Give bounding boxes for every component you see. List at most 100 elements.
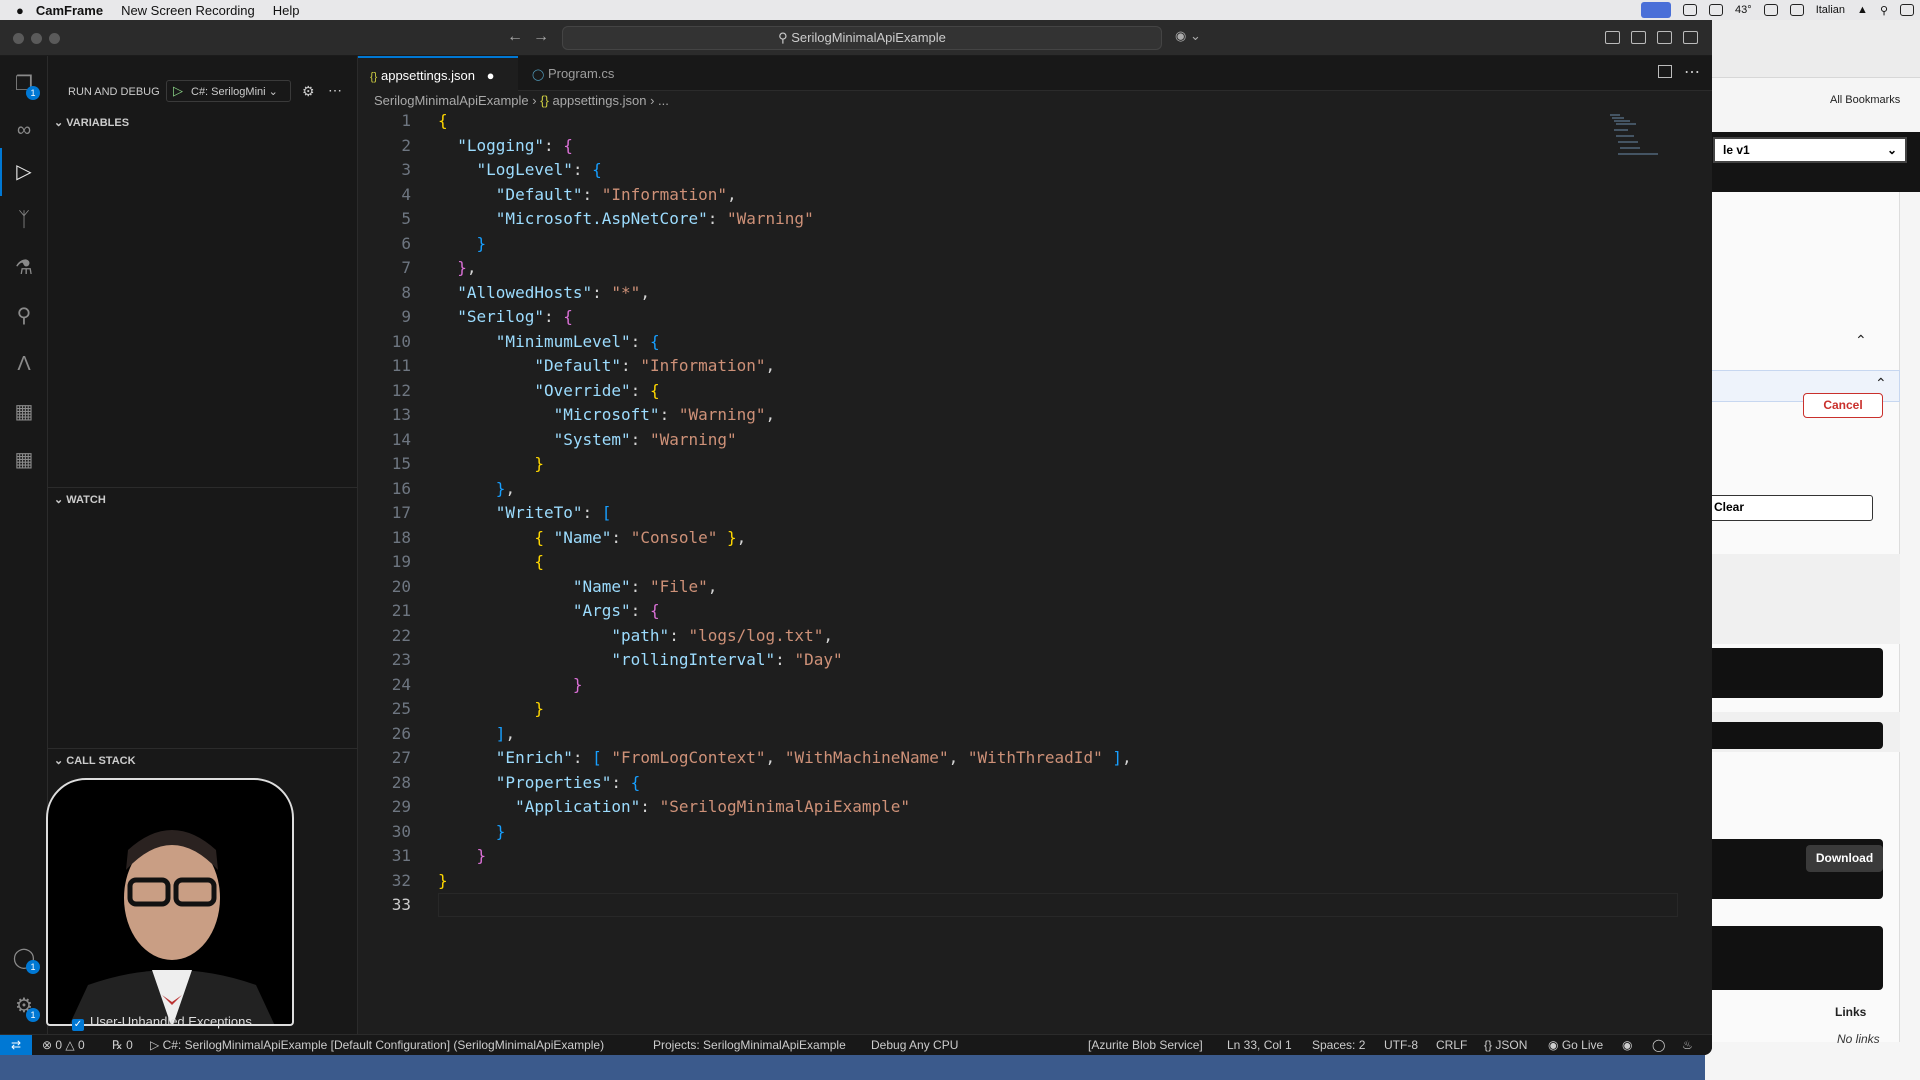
projects-status[interactable]: Projects: SerilogMinimalApiExample <box>653 1038 846 1052</box>
code-line[interactable]: "Default": "Information", <box>438 356 775 375</box>
version-select[interactable]: le v1 ⌄ <box>1713 137 1907 163</box>
code-line[interactable]: }, <box>438 479 515 498</box>
split-editor-icon[interactable] <box>1658 65 1672 78</box>
code-line[interactable]: { <box>438 552 544 571</box>
user-unhandled-exceptions-checkbox[interactable]: ✓ User-Unhandled Exceptions <box>72 1014 252 1031</box>
clear-button[interactable]: Clear <box>1705 495 1873 521</box>
gear-icon[interactable]: ⚙ <box>302 83 315 100</box>
tab-program-cs[interactable]: ◯ Program.cs <box>520 56 630 91</box>
code-line[interactable]: "Args": { <box>438 601 660 620</box>
docker-icon[interactable]: ▦ <box>12 400 36 424</box>
run-debug-icon[interactable]: ▷ <box>12 160 36 184</box>
minimap[interactable] <box>1608 111 1668 171</box>
code-line[interactable]: "LogLevel": { <box>438 160 602 179</box>
code-line[interactable]: } <box>438 822 506 841</box>
code-line[interactable]: "Microsoft.AspNetCore": "Warning" <box>438 209 814 228</box>
close-window-button[interactable] <box>13 33 24 44</box>
toggle-sidebar-icon[interactable] <box>1605 31 1620 44</box>
search-icon[interactable]: ⚲ <box>12 304 36 328</box>
zoom-window-button[interactable] <box>49 33 60 44</box>
code-line[interactable]: "Microsoft": "Warning", <box>438 405 776 424</box>
debug-config-status[interactable]: ▷ C#: SerilogMinimalApiExample [Default … <box>150 1038 604 1052</box>
visual-studio-icon[interactable]: ∞ <box>12 118 36 142</box>
language-status[interactable]: {} JSON <box>1484 1038 1527 1052</box>
code-line[interactable]: } <box>438 846 487 865</box>
code-line[interactable]: "Override": { <box>438 381 659 400</box>
azure-icon[interactable]: Λ <box>12 352 36 376</box>
wifi-icon[interactable]: ▲ <box>1857 4 1868 16</box>
watch-section[interactable]: ⌄ WATCH <box>54 493 106 506</box>
search-icon[interactable]: ⚲ <box>1880 4 1888 17</box>
cursor-position[interactable]: Ln 33, Col 1 <box>1227 1038 1292 1052</box>
code-line[interactable]: }, <box>438 258 476 277</box>
all-bookmarks[interactable]: All Bookmarks <box>1830 94 1900 106</box>
chevron-up-icon[interactable]: ⌃ <box>1875 375 1887 392</box>
code-line[interactable]: { "Name": "Console" }, <box>438 528 746 547</box>
more-actions-icon[interactable]: ⋯ <box>328 82 342 99</box>
toggle-secondary-sidebar-icon[interactable] <box>1657 31 1672 44</box>
code-line[interactable]: "WriteTo": [ <box>438 503 612 522</box>
download-button[interactable]: Download <box>1806 845 1883 872</box>
code-line[interactable]: "Enrich": [ "FromLogContext", "WithMachi… <box>438 748 1132 767</box>
code-line[interactable]: "Name": "File", <box>438 577 718 596</box>
variables-section[interactable]: ⌄ VARIABLES <box>54 116 129 129</box>
more-actions-icon[interactable]: ⋯ <box>1684 62 1700 82</box>
extensions-icon[interactable]: ▦ <box>12 448 36 472</box>
code-line[interactable]: } <box>438 234 487 253</box>
screen-icon[interactable] <box>1641 2 1672 18</box>
breadcrumb-file[interactable]: appsettings.json <box>553 93 647 108</box>
breadcrumb-more[interactable]: ... <box>658 93 669 108</box>
go-live-status[interactable]: ◉ Go Live <box>1548 1038 1603 1052</box>
minimize-window-button[interactable] <box>31 33 42 44</box>
tab-appsettings[interactable]: {} appsettings.json ● <box>358 56 518 91</box>
tray-icon[interactable] <box>1709 4 1724 16</box>
code-line[interactable]: "Logging": { <box>438 136 573 155</box>
code-line[interactable]: "AllowedHosts": "*", <box>438 283 650 302</box>
play-icon[interactable]: ▷ <box>173 83 183 99</box>
temperature[interactable]: 43° <box>1735 4 1752 16</box>
code-line[interactable]: "System": "Warning" <box>438 430 737 449</box>
testing-icon[interactable]: ⚗ <box>12 256 36 280</box>
code-editor[interactable]: 1 2 3 4 5 6 7 8 9 10 11 12 13 14 15 16 17 18 19 20 21 22 23 24 2… <box>358 111 1712 1034</box>
menu-help[interactable]: Help <box>273 3 300 18</box>
remote-indicator[interactable]: ⇄ <box>0 1035 32 1055</box>
debug-config-select[interactable]: ▷ C#: SerilogMini ⌄ <box>166 80 291 102</box>
code-line[interactable]: ], <box>438 724 515 743</box>
toggle-panel-icon[interactable] <box>1631 31 1646 44</box>
code-line[interactable]: } <box>438 454 544 473</box>
code-line[interactable]: "Serilog": { <box>438 307 573 326</box>
code-line[interactable]: "rollingInterval": "Day" <box>438 650 842 669</box>
code-line[interactable]: } <box>438 871 448 890</box>
cancel-button[interactable]: Cancel <box>1803 393 1883 418</box>
code-line[interactable]: "MinimumLevel": { <box>438 332 660 351</box>
apple-icon[interactable]: ● <box>16 3 24 18</box>
code-line[interactable]: "path": "logs/log.txt", <box>438 626 833 645</box>
keyboard-layout[interactable]: Italian <box>1816 4 1845 16</box>
back-arrow-icon[interactable]: ← <box>507 28 523 46</box>
unsaved-dot[interactable]: ● <box>487 68 495 83</box>
problems-indicator[interactable]: ⊗ 0 △ 0 <box>42 1038 85 1052</box>
bell-icon[interactable]: ♨ <box>1682 1038 1693 1052</box>
copilot-icon[interactable]: ◉ <box>1622 1038 1632 1052</box>
code-line[interactable]: } <box>438 699 544 718</box>
azurite-status[interactable]: [Azurite Blob Service] <box>1088 1038 1203 1052</box>
command-center-search[interactable]: ⚲ SerilogMinimalApiExample <box>562 26 1162 50</box>
code-line[interactable]: "Application": "SerilogMinimalApiExample… <box>438 797 910 816</box>
control-center-icon[interactable] <box>1900 4 1914 16</box>
forward-arrow-icon[interactable]: → <box>533 28 549 46</box>
debug-cpu-status[interactable]: Debug Any CPU <box>871 1038 958 1052</box>
menu-new-screen-recording[interactable]: New Screen Recording <box>121 3 255 18</box>
ports-indicator[interactable]: ℞ 0 <box>112 1038 133 1052</box>
indentation-status[interactable]: Spaces: 2 <box>1312 1038 1365 1052</box>
copilot-icon[interactable]: ◉ ⌄ <box>1175 28 1201 44</box>
accounts-icon[interactable]: ◯ <box>1652 1038 1665 1052</box>
customize-layout-icon[interactable] <box>1683 31 1698 44</box>
headphones-icon[interactable] <box>1763 4 1778 16</box>
app-menu[interactable]: CamFrame <box>36 3 103 18</box>
eol-status[interactable]: CRLF <box>1436 1038 1467 1052</box>
code-line[interactable]: "Default": "Information", <box>438 185 737 204</box>
encoding-status[interactable]: UTF-8 <box>1384 1038 1418 1052</box>
code-line[interactable]: "Properties": { <box>438 773 641 792</box>
breadcrumb-folder[interactable]: SerilogMinimalApiExample <box>374 93 529 108</box>
battery-icon[interactable] <box>1789 4 1804 16</box>
